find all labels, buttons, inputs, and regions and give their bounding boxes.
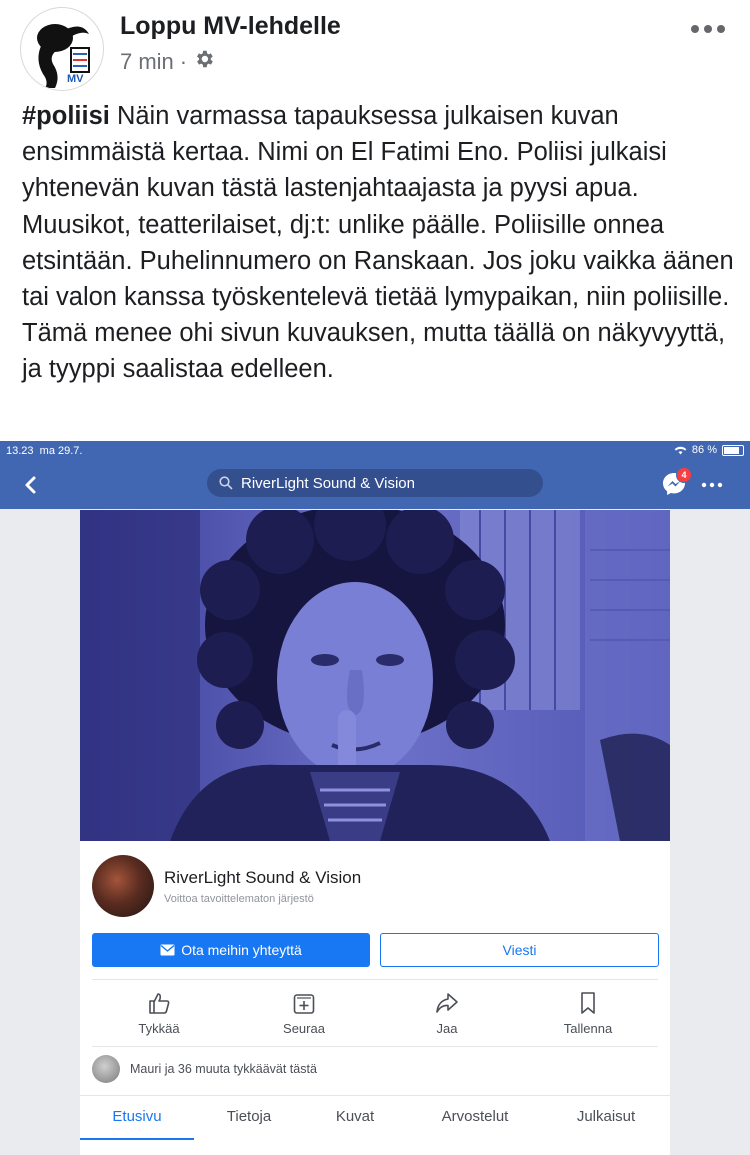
like-label: Tykkää <box>138 1021 180 1036</box>
post-header: MV Loppu MV-lehdelle 7 min · <box>0 0 750 95</box>
thumbs-up-icon <box>104 990 214 1016</box>
message-label: Viesti <box>502 942 537 958</box>
tab-reviews[interactable]: Arvostelut <box>406 1096 544 1138</box>
search-text: RiverLight Sound & Vision <box>241 474 415 492</box>
more-dots-icon <box>691 25 725 33</box>
envelope-icon <box>160 944 175 956</box>
page-tabs: Etusivu Tietoja Kuvat Arvostelut Julkais… <box>80 1095 670 1155</box>
follow-action[interactable]: Seuraa <box>249 990 359 1036</box>
contact-us-label: Ota meihin yhteyttä <box>181 942 302 958</box>
hashtag-link[interactable]: #poliisi <box>22 102 110 130</box>
logo-text: MV <box>67 73 84 85</box>
follow-icon <box>249 990 359 1016</box>
messenger-badge: 4 <box>676 467 692 483</box>
tab-posts[interactable]: Julkaisut <box>544 1096 668 1138</box>
facebook-nav-bar: RiverLight Sound & Vision 4 <box>0 461 750 509</box>
page-avatar[interactable] <box>92 855 154 917</box>
poster-avatar[interactable]: MV <box>20 7 104 91</box>
cover-photo[interactable] <box>80 510 670 841</box>
contact-us-button[interactable]: Ota meihin yhteyttä <box>92 933 370 967</box>
post-meta: 7 min · <box>120 48 215 76</box>
page-name[interactable]: RiverLight Sound & Vision <box>164 868 361 888</box>
status-bar: 13.23 ma 29.7. 86 % <box>0 441 750 461</box>
message-button[interactable]: Viesti <box>380 933 659 967</box>
share-icon <box>392 990 502 1016</box>
nav-more-button[interactable] <box>700 475 724 495</box>
page-category: Voittoa tavoittelematon järjestö <box>164 893 314 905</box>
post-text: #poliisi Näin varmassa tapauksessa julka… <box>22 98 734 388</box>
like-action[interactable]: Tykkää <box>104 990 214 1036</box>
save-action[interactable]: Tallenna <box>533 990 643 1036</box>
battery-percent: 86 % <box>691 444 717 456</box>
share-action[interactable]: Jaa <box>392 990 502 1036</box>
page-actions: Tykkää Seuraa Jaa Tallenna <box>92 979 658 1047</box>
gear-icon <box>193 48 215 76</box>
follow-label: Seuraa <box>283 1021 325 1036</box>
cover-photo-image <box>80 510 670 841</box>
poster-logo-image: MV <box>37 24 90 88</box>
bookmark-icon <box>533 990 643 1016</box>
chevron-left-icon <box>25 476 36 494</box>
search-icon <box>219 476 233 490</box>
page-info-card: RiverLight Sound & Vision Voittoa tavoit… <box>80 841 670 1155</box>
likes-text: Mauri ja 36 muuta tykkäävät tästä <box>130 1062 317 1076</box>
status-time: 13.23 <box>6 445 34 457</box>
post-body: Näin varmassa tapauksessa julkaisen kuva… <box>22 102 734 384</box>
embedded-screenshot: 13.23 ma 29.7. 86 % RiverLight Sound & V… <box>0 441 750 1155</box>
back-button[interactable] <box>16 469 46 501</box>
tab-home[interactable]: Etusivu <box>80 1096 194 1140</box>
tab-photos[interactable]: Kuvat <box>304 1096 406 1138</box>
more-options-button[interactable] <box>688 14 728 44</box>
post-time[interactable]: 7 min <box>120 49 174 75</box>
liker-avatar <box>92 1055 120 1083</box>
likes-summary[interactable]: Mauri ja 36 muuta tykkäävät tästä <box>92 1051 317 1087</box>
share-label: Jaa <box>436 1021 458 1036</box>
search-input[interactable]: RiverLight Sound & Vision <box>207 469 543 497</box>
poster-name[interactable]: Loppu MV-lehdelle <box>120 12 341 41</box>
status-date: ma 29.7. <box>39 445 83 457</box>
save-label: Tallenna <box>563 1021 613 1036</box>
battery-icon <box>722 444 744 456</box>
tab-about[interactable]: Tietoja <box>194 1096 304 1138</box>
wifi-icon <box>674 446 687 455</box>
meta-separator: · <box>179 49 188 74</box>
more-dots-icon <box>701 482 723 488</box>
